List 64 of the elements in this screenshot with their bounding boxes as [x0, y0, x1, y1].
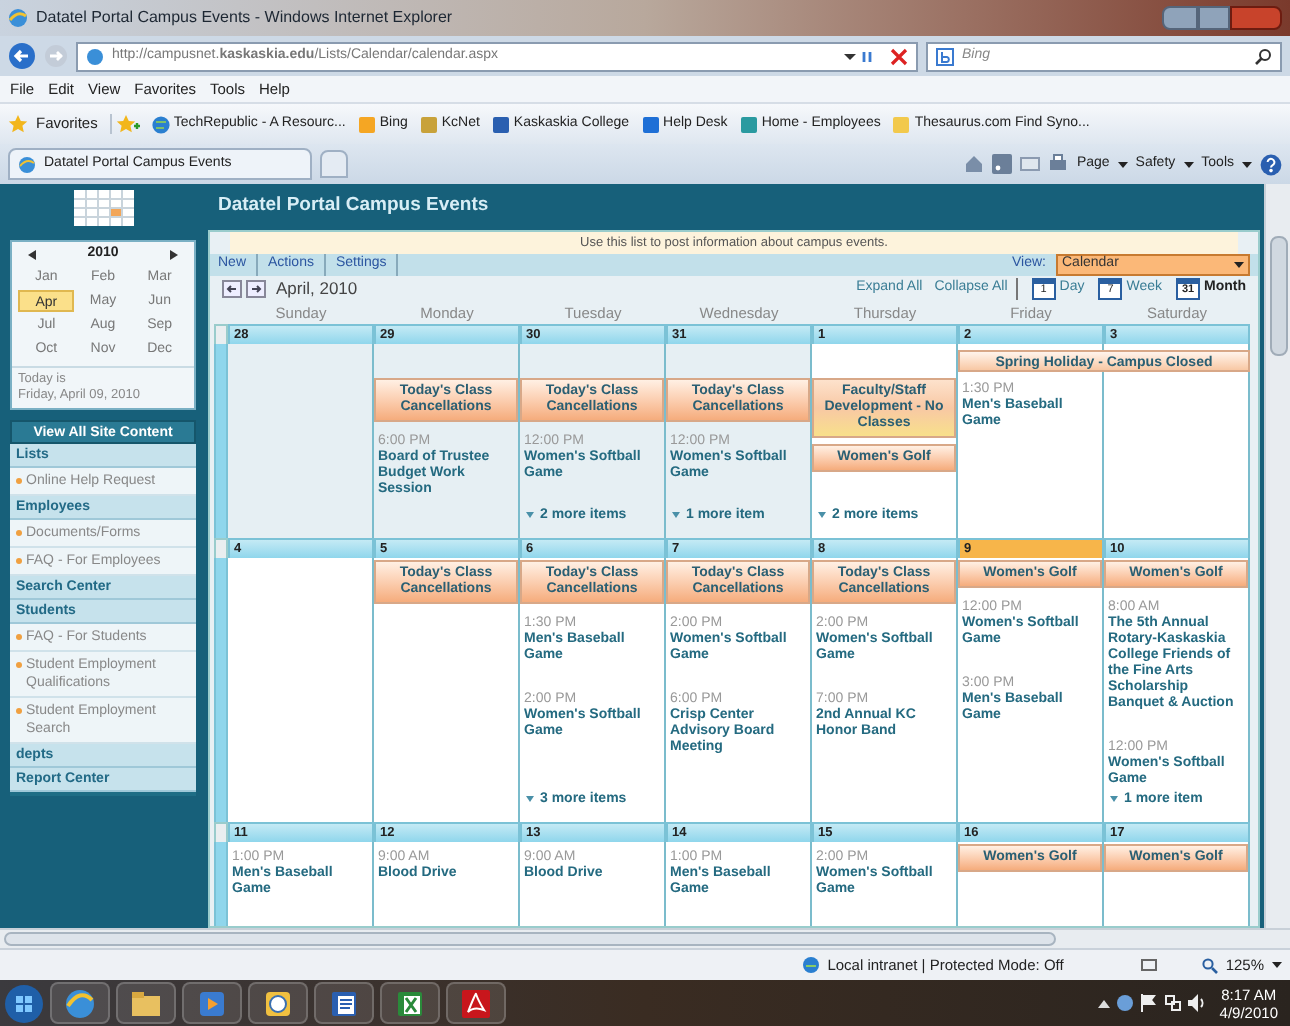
- tray-app-icon[interactable]: [1115, 994, 1134, 1012]
- home-icon[interactable]: [964, 154, 985, 174]
- add-favorite-icon[interactable]: [109, 114, 140, 134]
- start-button[interactable]: [4, 983, 44, 1023]
- window-title: Datatel Portal Campus Events - Windows Internet Explorer: [36, 6, 453, 30]
- site-icon: [892, 115, 911, 133]
- month-title: April, 2010: [276, 276, 358, 302]
- bullet-icon: [16, 708, 22, 714]
- previous-month-button[interactable]: [222, 279, 242, 298]
- bullet-icon: [16, 558, 22, 564]
- site-icon: [739, 115, 758, 133]
- expand-icon: [526, 796, 534, 803]
- minimize-button[interactable]: [1162, 6, 1198, 30]
- next-year-button[interactable]: [169, 249, 178, 259]
- expand-icon: [818, 512, 826, 519]
- back-button[interactable]: [8, 42, 36, 70]
- network-icon[interactable]: [1163, 994, 1182, 1012]
- site-icon: [357, 115, 376, 133]
- bullet-icon: [16, 478, 22, 484]
- search-provider-icon: [936, 47, 954, 65]
- star-icon: [8, 114, 28, 134]
- week-header-corner: [214, 822, 228, 844]
- day-cell[interactable]: [228, 344, 374, 538]
- next-month-button[interactable]: [246, 279, 266, 298]
- expand-icon: [526, 512, 534, 519]
- page-icon: [86, 47, 104, 65]
- show-hidden-icons-button[interactable]: [1097, 999, 1110, 1007]
- site-icon: [641, 115, 660, 133]
- dropdown-icon: [1117, 161, 1128, 167]
- dropdown-icon[interactable]: [1272, 962, 1282, 968]
- speaker-icon[interactable]: [1187, 994, 1206, 1012]
- dropdown-icon: [1242, 161, 1252, 167]
- expand-icon: [1110, 796, 1118, 803]
- site-icon: [151, 115, 170, 133]
- calendar-logo-icon: [73, 189, 133, 225]
- help-icon[interactable]: [1260, 153, 1282, 175]
- print-icon[interactable]: [1048, 154, 1069, 174]
- zoom-icon: [1201, 957, 1218, 973]
- flag-icon[interactable]: [1139, 994, 1158, 1012]
- bullet-icon: [16, 634, 22, 640]
- day-cell[interactable]: [228, 558, 374, 822]
- site-icon: [491, 115, 510, 133]
- bullet-icon: [16, 662, 22, 668]
- previous-year-button[interactable]: [28, 249, 36, 259]
- scroll-thumb[interactable]: [4, 932, 1056, 946]
- scroll-thumb[interactable]: [1269, 236, 1287, 356]
- search-icon[interactable]: [1254, 47, 1272, 65]
- protected-mode-icon: [1139, 956, 1158, 974]
- week-header-corner: [214, 324, 228, 346]
- day-cell[interactable]: [1104, 344, 1250, 538]
- zone-icon: [801, 956, 820, 974]
- dropdown-icon: [1234, 262, 1244, 268]
- site-icon: [419, 115, 438, 133]
- bullet-icon: [16, 530, 22, 536]
- feed-icon[interactable]: [992, 154, 1013, 174]
- expand-icon: [672, 512, 680, 519]
- page-icon: [18, 155, 36, 173]
- dropdown-icon: [1183, 161, 1194, 167]
- week-header-corner: [214, 538, 228, 560]
- horizontal-scrollbar[interactable]: [0, 928, 1290, 948]
- site-title: Datatel Portal Campus Events: [218, 192, 489, 221]
- vertical-scrollbar[interactable]: [1264, 184, 1290, 928]
- browser-icon: [8, 8, 28, 28]
- stop-icon[interactable]: [890, 47, 908, 65]
